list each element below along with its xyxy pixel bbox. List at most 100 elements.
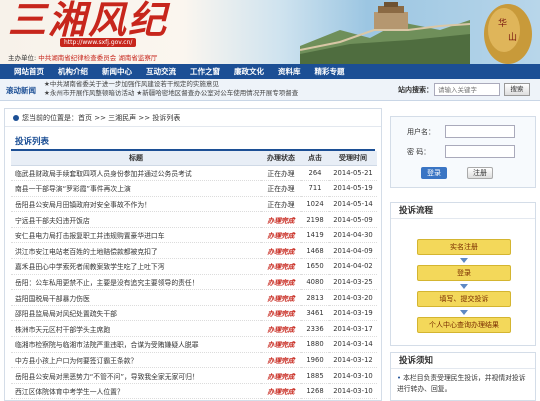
complaint-title-link[interactable]: 安仁县电力局打击报复职工并违规购置豪华进口车: [11, 227, 261, 244]
complaint-title-link[interactable]: 西江区体院体育中考学生一人位置？: [11, 383, 261, 400]
complaint-clicks: 1268: [301, 383, 329, 400]
news-ticker: ★中共湖南省委关于进一步加强作风建设若干规定的实施意见 ★永州市开展作风整顿暗访…: [44, 80, 344, 100]
table-row[interactable]: 岳阳：公车私用更禁不止，主要是没有追究主要领导的责任！ 办理完成 4080 2014-…: [11, 274, 377, 291]
complaint-title-link[interactable]: 益阳国税局干部暴力伤医: [11, 289, 261, 306]
complaint-date: 2014-03-14: [329, 336, 377, 353]
complaint-date: 2014-03-10: [329, 383, 377, 400]
complaint-date: 2014-04-02: [329, 258, 377, 275]
site-logo[interactable]: 三湘风纪: [8, 0, 168, 40]
col-header-clicks: 点击: [301, 151, 329, 166]
main-nav: 网站首页 机构介绍 新闻中心 互动交流 工作之窗 廉政文化 资料库 精彩专题: [0, 64, 540, 79]
flow-step-submit[interactable]: 填写、提交投诉: [417, 291, 511, 307]
login-button[interactable]: 登录: [421, 167, 447, 179]
list-header: 投诉列表: [11, 133, 375, 151]
complaint-date: 2014-04-09: [329, 242, 377, 260]
username-input[interactable]: [445, 125, 515, 138]
site-url: http://www.sxfj.gov.cn/: [60, 38, 137, 47]
username-label: 用户名：: [407, 128, 435, 136]
table-row[interactable]: 临湘市检察院与临湘市法院严重违职，合谋为受贿嫌疑人脱罪 办理完成 1880 2014-…: [11, 336, 377, 353]
complaint-title-link[interactable]: 临武县财政局手续套取四项人员身份参加并通过公务员考试: [11, 165, 261, 182]
complaint-title-link[interactable]: 岳阳：公车私用更禁不止，主要是没有追究主要领导的责任！: [11, 274, 261, 291]
site-search-label: 站内搜索：: [398, 86, 433, 94]
flow-title: 投诉流程: [391, 203, 535, 219]
news-bar: 滚动新闻 ★中共湖南省委关于进一步加强作风建设若干规定的实施意见 ★永州市开展作…: [0, 79, 540, 101]
complaint-notice-panel: 投诉须知 • 本栏目负责受理民生投诉，并视情对投诉进行转办、回复。: [390, 352, 536, 401]
complaint-clicks: 1650: [301, 258, 329, 275]
complaint-title-link[interactable]: 岳阳县公安局对黑恶势力“不管不问”，导致我全家无家可归！: [11, 367, 261, 384]
flow-step-login[interactable]: 登录: [417, 265, 511, 281]
news-ticker-label: 滚动新闻: [6, 86, 36, 95]
complaint-title-link[interactable]: 株洲市天元区村干部学头主席跑: [11, 320, 261, 338]
notice-title: 投诉须知: [391, 353, 535, 369]
complaint-clicks: 2198: [301, 211, 329, 228]
inscribed-rock-image: 华 山: [484, 4, 532, 64]
complaint-status: 正在办理: [261, 180, 301, 197]
table-row[interactable]: 岳阳县公安局月田镇政府对安全事故不作为！ 正在办理 1024 2014-05-14: [11, 196, 377, 213]
complaint-date: 2014-03-17: [329, 320, 377, 338]
complaint-status: 正在办理: [261, 196, 301, 213]
complaint-title-link[interactable]: 南县一干部导演“罗彩霞”事件再次上演: [11, 180, 261, 197]
complaint-title-link[interactable]: 嘉禾县田心中学索死者闹教案致学生吃了上吐下泻: [11, 258, 261, 275]
svg-text:华: 华: [498, 17, 507, 29]
table-row[interactable]: 邵阳县监局局对风纪处置疏失干部 办理完成 3461 2014-03-19: [11, 305, 377, 322]
complaint-title-link[interactable]: 岳阳县公安局月田镇政府对安全事故不作为！: [11, 196, 261, 213]
arrow-down-icon: [460, 310, 468, 315]
table-row[interactable]: 洪江市安江电站老百姓的土地赔偿款都被克扣了 办理完成 1468 2014-04-09: [11, 242, 377, 260]
arrow-down-icon: [460, 258, 468, 263]
complaint-clicks: 1960: [301, 352, 329, 369]
complaint-title-link[interactable]: 宁远县干部夫妇违开饭店: [11, 211, 261, 228]
table-row[interactable]: 西江区体院体育中考学生一人位置？ 办理完成 1268 2014-03-10: [11, 383, 377, 400]
password-input[interactable]: [445, 145, 515, 158]
complaint-title-link[interactable]: 洪江市安江电站老百姓的土地赔偿款都被克扣了: [11, 242, 261, 260]
table-row[interactable]: 嘉禾县田心中学索死者闹教案致学生吃了上吐下泻 办理完成 1650 2014-04-02: [11, 258, 377, 275]
complaint-date: 2014-04-30: [329, 227, 377, 244]
complaint-status: 办理完成: [261, 383, 301, 400]
site-search-input[interactable]: [434, 83, 500, 96]
complaint-list-panel: 您当前的位置是：首页 >> 三湘民声 >> 投诉列表 投诉列表 标题 办理状态 …: [4, 108, 382, 401]
complaint-date: 2014-03-10: [329, 367, 377, 384]
nav-news[interactable]: 新闻中心: [95, 64, 139, 79]
complaint-date: 2014-05-14: [329, 196, 377, 213]
complaint-clicks: 1885: [301, 367, 329, 384]
table-row[interactable]: 株洲市天元区村干部学头主席跑 办理完成 2336 2014-03-17: [11, 320, 377, 338]
nav-about[interactable]: 机构介绍: [51, 64, 95, 79]
complaint-clicks: 1468: [301, 242, 329, 260]
register-button[interactable]: 注册: [467, 167, 493, 179]
table-row[interactable]: 临武县财政局手续套取四项人员身份参加并通过公务员考试 正在办理 264 2014-05…: [11, 165, 377, 182]
complaint-title-link[interactable]: 邵阳县监局局对风纪处置疏失干部: [11, 305, 261, 322]
sponsor-line: 主办单位: 中共湖南省纪律检查委员会 湖南省监察厅: [8, 52, 157, 62]
location-icon: [13, 115, 19, 121]
complaint-clicks: 264: [301, 165, 329, 182]
nav-interaction[interactable]: 互动交流: [139, 64, 183, 79]
complaint-date: 2014-03-19: [329, 305, 377, 322]
complaint-date: 2014-03-25: [329, 274, 377, 291]
complaint-title-link[interactable]: 中方县小孩上户口为何要签订霸王条款？: [11, 352, 261, 369]
nav-home[interactable]: 网站首页: [0, 64, 51, 79]
breadcrumb-text[interactable]: 您当前的位置是：首页 >> 三湘民声 >> 投诉列表: [22, 114, 180, 122]
breadcrumb: 您当前的位置是：首页 >> 三湘民声 >> 投诉列表: [5, 109, 381, 127]
table-row[interactable]: 益阳国税局干部暴力伤医 办理完成 2813 2014-03-20: [11, 289, 377, 306]
site-search-button[interactable]: 搜索: [504, 83, 530, 96]
news-ticker-item[interactable]: ★中共湖南省委关于进一步加强作风建设若干规定的实施意见: [44, 80, 344, 89]
col-header-status: 办理状态: [261, 151, 301, 166]
news-ticker-item[interactable]: ★永州市开展作风整顿暗访活动 ★新疆哈密地区督查办公室对公车使用情况开展专项督查: [44, 89, 344, 98]
complaint-flow-panel: 投诉流程 实名注册 登录 填写、提交投诉 个人中心查询办理结果: [390, 202, 536, 346]
sponsor-prefix: 主办单位:: [8, 54, 37, 62]
complaint-title-link[interactable]: 临湘市检察院与临湘市法院严重违职，合谋为受贿嫌疑人脱罪: [11, 336, 261, 353]
nav-work[interactable]: 工作之窗: [183, 64, 227, 79]
nav-topics[interactable]: 精彩专题: [308, 64, 352, 79]
nav-library[interactable]: 资料库: [271, 64, 308, 79]
flow-step-register[interactable]: 实名注册: [417, 239, 511, 255]
table-header-row: 标题 办理状态 点击 受理时间: [11, 151, 377, 166]
complaint-table: 标题 办理状态 点击 受理时间 临武县财政局手续套取四项人员身份参加并通过公务员…: [11, 151, 377, 400]
complaint-status: 正在办理: [261, 165, 301, 182]
flow-step-query[interactable]: 个人中心查询办理结果: [417, 317, 511, 333]
table-row[interactable]: 安仁县电力局打击报复职工并违规购置豪华进口车 办理完成 1419 2014-04-30: [11, 227, 377, 244]
complaint-clicks: 711: [301, 180, 329, 197]
table-row[interactable]: 中方县小孩上户口为何要签订霸王条款？ 办理完成 1960 2014-03-12: [11, 352, 377, 369]
site-header: 三湘风纪 http://www.sxfj.gov.cn/ 主办单位: 中共湖南省…: [0, 0, 540, 64]
table-row[interactable]: 岳阳县公安局对黑恶势力“不管不问”，导致我全家无家可归！ 办理完成 1885 2014…: [11, 367, 377, 384]
nav-culture[interactable]: 廉政文化: [227, 64, 271, 79]
table-row[interactable]: 南县一干部导演“罗彩霞”事件再次上演 正在办理 711 2014-05-19: [11, 180, 377, 197]
table-row[interactable]: 宁远县干部夫妇违开饭店 办理完成 2198 2014-05-09: [11, 211, 377, 228]
